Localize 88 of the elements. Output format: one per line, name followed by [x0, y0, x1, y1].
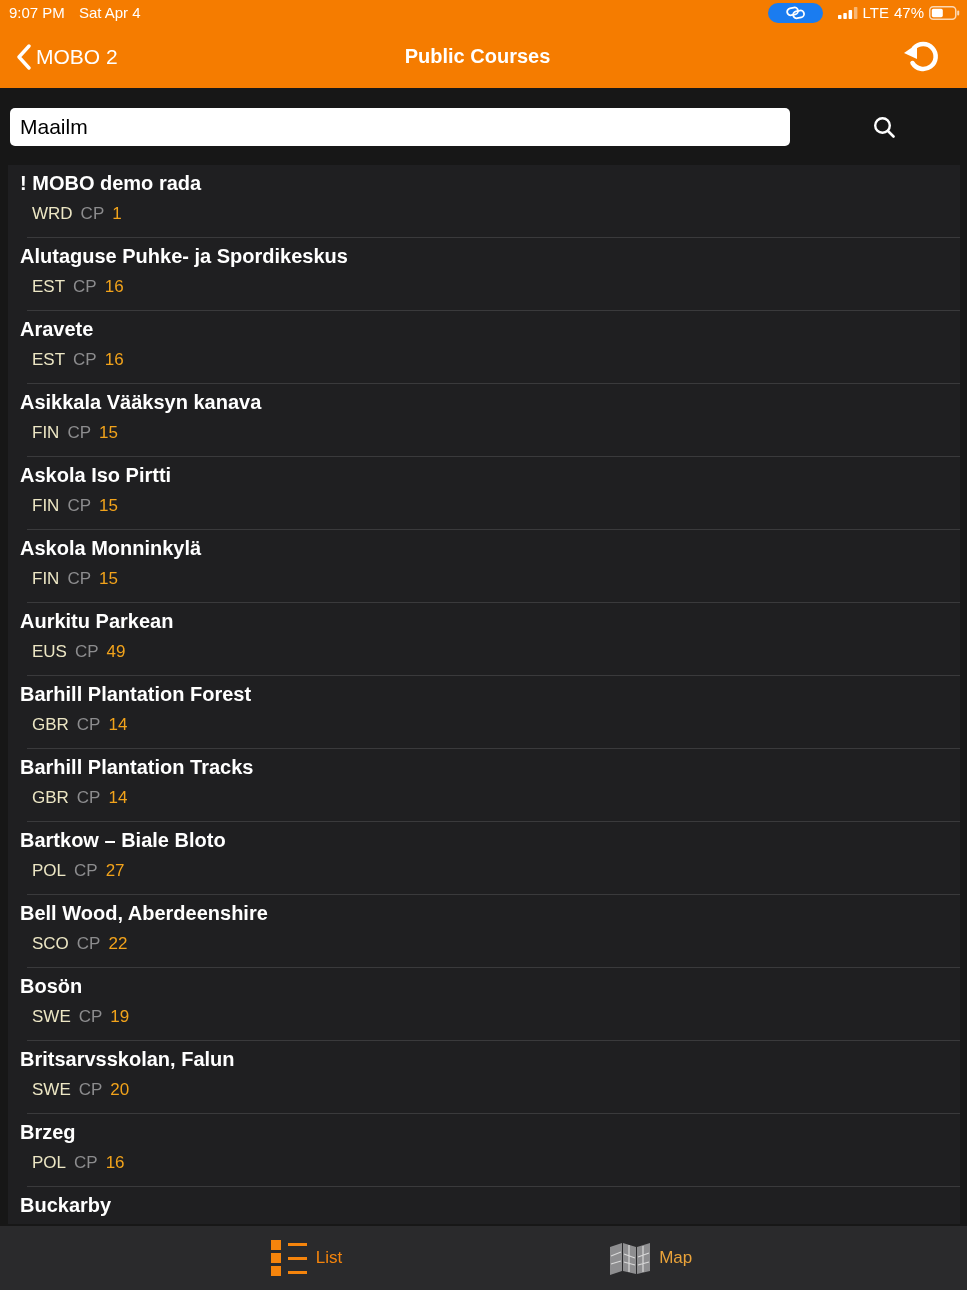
refresh-icon	[903, 39, 941, 74]
course-name: Barhill Plantation Forest	[20, 682, 252, 706]
checkpoint-count: 16	[105, 1152, 125, 1174]
search-field[interactable]: Maailm	[10, 108, 790, 146]
course-name: Bell Wood, Aberdeenshire	[20, 901, 268, 925]
country-code: EST	[32, 349, 66, 371]
checkpoint-count: 14	[108, 787, 128, 809]
course-name: Aravete	[20, 317, 94, 341]
cp-label: CP	[76, 714, 101, 736]
course-list-item[interactable]: Asikkala Vääksyn kanava FIN CP 15	[8, 384, 960, 457]
course-name: Aurkitu Parkean	[20, 609, 174, 633]
tab-item[interactable]: Map	[610, 1241, 693, 1275]
checkpoint-count: 15	[99, 568, 118, 590]
country-code: FIN	[32, 495, 60, 517]
folded-map-icon	[610, 1241, 651, 1275]
status-date: Sat Apr 4	[78, 3, 141, 22]
tab-item[interactable]: List	[270, 1240, 343, 1276]
country-code: WRD	[32, 203, 73, 225]
course-list-item[interactable]: Bartkow – Biale Bloto POL CP 27	[8, 822, 960, 895]
network-type: LTE	[862, 3, 889, 22]
cp-label: CP	[78, 1006, 103, 1028]
checkpoint-count: 15	[99, 422, 118, 444]
course-list-item[interactable]: Britsarvsskolan, Falun SWE CP 20	[8, 1041, 960, 1114]
cp-label: CP	[76, 933, 101, 955]
chevron-left-icon	[16, 43, 32, 70]
course-name: Bosön	[20, 974, 83, 998]
country-code: POL	[32, 860, 67, 882]
list-icon	[270, 1240, 307, 1276]
course-name: Asikkala Vääksyn kanava	[20, 390, 262, 414]
country-code: EUS	[32, 641, 67, 663]
cp-label: CP	[67, 495, 91, 517]
country-code: GBR	[32, 714, 69, 736]
course-list-item[interactable]: Brzeg POL CP 16	[8, 1114, 960, 1187]
checkpoint-count: 1	[112, 203, 122, 225]
country-code: SWE	[32, 1006, 71, 1028]
checkpoint-count: 16	[104, 276, 124, 298]
country-code: EST	[32, 276, 66, 298]
course-list-item[interactable]: Bell Wood, Aberdeenshire SCO CP 22	[8, 895, 960, 968]
course-name: Barhill Plantation Tracks	[20, 755, 254, 779]
battery-percent: 47%	[893, 3, 924, 22]
refresh-button[interactable]	[903, 39, 941, 74]
cp-label: CP	[67, 568, 91, 590]
link-icon	[767, 2, 823, 23]
course-name: Askola Monninkylä	[20, 536, 202, 560]
checkpoint-count: 27	[105, 860, 125, 882]
signal-icon	[837, 6, 858, 19]
course-name: Askola Iso Pirtti	[20, 463, 172, 487]
country-code: POL	[32, 1152, 67, 1174]
cp-label: CP	[73, 276, 97, 298]
checkpoint-count: 49	[106, 641, 126, 663]
course-list-item[interactable]: Alutaguse Puhke- ja Spordikeskus EST CP 16	[8, 238, 960, 311]
course-name: ! MOBO demo rada	[20, 171, 202, 195]
cp-label: CP	[80, 203, 105, 225]
page-title: Public Courses	[404, 45, 551, 68]
course-list-item[interactable]: Askola Monninkylä FIN CP 15	[8, 530, 960, 603]
course-list-item[interactable]: Askola Iso Pirtti FIN CP 15	[8, 457, 960, 530]
course-list-item[interactable]: ! MOBO demo rada WRD CP 1	[8, 165, 960, 238]
checkpoint-count: 22	[108, 933, 128, 955]
status-time: 9:07 PM	[9, 3, 65, 22]
search-icon	[873, 116, 895, 138]
course-name: Bartkow – Biale Bloto	[20, 828, 226, 852]
course-name: Brzeg	[20, 1120, 76, 1144]
country-code: GBR	[32, 787, 69, 809]
checkpoint-count: 20	[110, 1079, 130, 1101]
cp-label: CP	[74, 1152, 98, 1174]
course-list-item[interactable]: Aurkitu Parkean EUS CP 49	[8, 603, 960, 676]
course-list-item[interactable]: Bosön SWE CP 19	[8, 968, 960, 1041]
cp-label: CP	[74, 860, 98, 882]
checkpoint-count: 15	[99, 495, 118, 517]
cp-label: CP	[74, 641, 99, 663]
cp-label: CP	[78, 1079, 103, 1101]
course-name: Britsarvsskolan, Falun	[20, 1047, 235, 1071]
course-list-item[interactable]: Barhill Plantation Tracks GBR CP 14	[8, 749, 960, 822]
course-list-item[interactable]: Aravete EST CP 16	[8, 311, 960, 384]
cp-label: CP	[73, 349, 97, 371]
country-code: SCO	[32, 933, 69, 955]
course-list-item[interactable]: Barhill Plantation Forest GBR CP 14	[8, 676, 960, 749]
country-code: FIN	[32, 568, 60, 590]
course-name: Buckarby	[20, 1193, 112, 1217]
battery-icon	[929, 5, 960, 20]
course-name: Alutaguse Puhke- ja Spordikeskus	[20, 244, 348, 268]
country-code: FIN	[32, 422, 60, 444]
cp-label: CP	[76, 787, 101, 809]
checkpoint-count: 16	[104, 349, 124, 371]
country-code: SWE	[32, 1079, 71, 1101]
checkpoint-count: 14	[108, 714, 128, 736]
checkpoint-count: 19	[110, 1006, 130, 1028]
cp-label: CP	[67, 422, 91, 444]
